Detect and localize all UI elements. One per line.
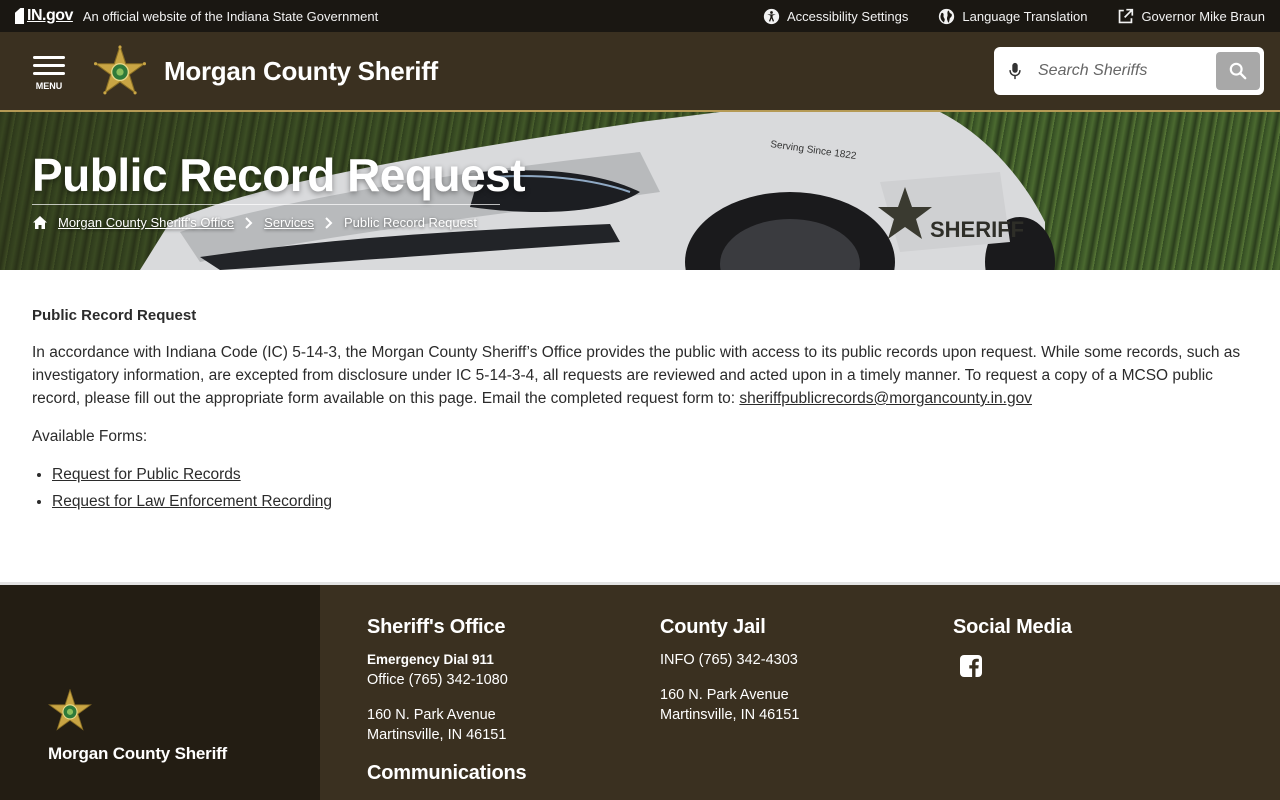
emergency-number: Emergency Dial 911 xyxy=(367,652,494,667)
list-item: Request for Public Records xyxy=(52,463,1248,486)
address-line-1: 160 N. Park Avenue xyxy=(367,707,496,723)
facebook-icon[interactable] xyxy=(959,654,983,678)
menu-button[interactable]: MENU xyxy=(32,51,66,91)
accessibility-icon xyxy=(763,8,780,24)
search-box xyxy=(994,47,1264,95)
site-footer: Morgan County Sheriff Sheriff's Office E… xyxy=(0,582,1280,800)
forms-label: Available Forms: xyxy=(32,428,148,445)
site-header: MENU Morgan County Sheriff xyxy=(0,32,1280,112)
state-links: Accessibility Settings Language Translat… xyxy=(763,8,1265,25)
address-line-1: 160 N. Park Avenue xyxy=(660,687,789,703)
accessibility-settings-label: Accessibility Settings xyxy=(787,8,909,24)
breadcrumb-home-link[interactable]: Morgan County Sheriff's Office xyxy=(58,215,234,230)
governor-link[interactable]: Governor Mike Braun xyxy=(1117,8,1265,25)
search-button[interactable] xyxy=(1216,52,1260,90)
footer-sheriffs-office: Sheriff's Office Emergency Dial 911 Offi… xyxy=(367,616,527,796)
footer-site-name[interactable]: Morgan County Sheriff xyxy=(48,744,320,764)
title-divider xyxy=(32,204,500,205)
page-title: Public Record Request xyxy=(32,149,526,201)
breadcrumb-current: Public Record Request xyxy=(344,215,477,230)
ingov-logo[interactable]: IN.gov xyxy=(15,7,73,25)
breadcrumb: Morgan County Sheriff's Office Services … xyxy=(32,215,477,230)
footer-social-media: Social Media xyxy=(953,617,1072,684)
home-icon[interactable] xyxy=(32,215,48,230)
sheriff-star-logo[interactable] xyxy=(94,45,146,97)
sheriff-star-logo[interactable] xyxy=(47,688,93,733)
footer-heading: Sheriff's Office xyxy=(367,616,506,638)
site-title[interactable]: Morgan County Sheriff xyxy=(164,56,438,87)
office-phone: Office (765) 342-1080 xyxy=(367,672,508,688)
chevron-right-icon xyxy=(245,216,253,229)
public-records-form-link[interactable]: Request for Public Records xyxy=(52,466,241,483)
recording-form-link[interactable]: Request for Law Enforcement Recording xyxy=(52,493,332,510)
external-link-icon xyxy=(1119,8,1134,23)
ingov-branding: IN.gov An official website of the Indian… xyxy=(15,7,378,25)
jail-info-phone: INFO (765) 342-4303 xyxy=(660,652,798,668)
menu-label: MENU xyxy=(35,81,63,91)
globe-icon xyxy=(939,8,955,24)
svg-text:SHERIFF: SHERIFF xyxy=(930,217,1024,242)
email-link[interactable]: sheriffpublicrecords@morgancounty.in.gov xyxy=(739,390,1032,407)
content-heading: Public Record Request xyxy=(32,307,197,324)
hamburger-icon xyxy=(33,51,65,80)
breadcrumb-services-link[interactable]: Services xyxy=(264,215,314,230)
language-translation-label: Language Translation xyxy=(962,8,1088,24)
microphone-icon[interactable] xyxy=(1008,62,1022,80)
intro-paragraph: In accordance with Indiana Code (IC) 5-1… xyxy=(32,341,1248,410)
intro-text: In accordance with Indiana Code (IC) 5-1… xyxy=(32,344,1241,407)
language-translation-link[interactable]: Language Translation xyxy=(938,8,1087,25)
footer-heading: Social Media xyxy=(953,616,1072,638)
footer-brand: Morgan County Sheriff xyxy=(0,585,320,800)
footer-heading-communications: Communications xyxy=(367,762,527,784)
address-line-2: Martinsville, IN 46151 xyxy=(660,707,800,723)
search-icon xyxy=(1229,62,1247,80)
address-line-2: Martinsville, IN 46151 xyxy=(367,727,507,743)
footer-county-jail: County Jail INFO (765) 342-4303 160 N. P… xyxy=(660,617,799,725)
list-item: Request for Law Enforcement Recording xyxy=(52,490,1248,513)
forms-list: Request for Public Records Request for L… xyxy=(52,463,1248,513)
footer-heading: County Jail xyxy=(660,616,766,638)
main-content: Public Record Request In accordance with… xyxy=(0,270,1280,580)
official-website-text: An official website of the Indiana State… xyxy=(82,8,379,24)
accessibility-settings-link[interactable]: Accessibility Settings xyxy=(763,8,908,25)
hero-banner: SHERIFF Serving Since 1822 Public Record… xyxy=(0,112,1280,270)
chevron-right-icon xyxy=(325,216,333,229)
search-input[interactable] xyxy=(1038,62,1216,80)
state-bar: IN.gov An official website of the Indian… xyxy=(0,0,1280,32)
governor-label: Governor Mike Braun xyxy=(1141,8,1265,24)
